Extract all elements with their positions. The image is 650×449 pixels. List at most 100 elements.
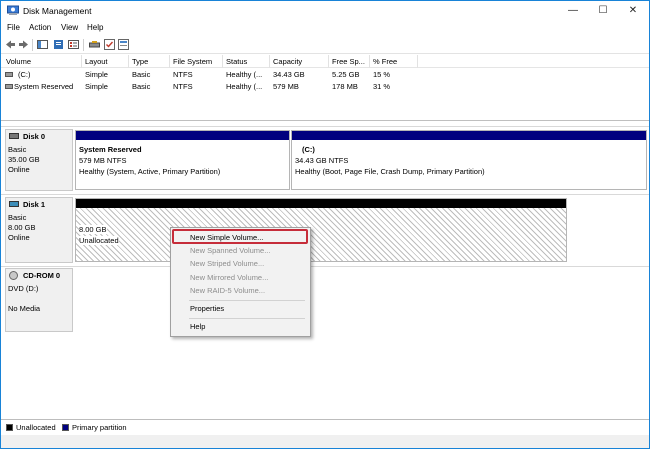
disk-divider <box>1 126 649 127</box>
menu-item-properties[interactable]: Properties <box>172 303 309 315</box>
disk-0-label[interactable]: Disk 0 Basic 35.00 GB Online <box>5 129 73 191</box>
menu-action[interactable]: Action <box>29 23 51 32</box>
cell-layout: Simple <box>85 82 108 91</box>
partition-title: (C:) <box>302 145 315 154</box>
check-icon[interactable] <box>104 39 115 50</box>
column-header-layout[interactable]: Layout <box>85 57 108 66</box>
table-row[interactable]: System Reserved Simple Basic NTFS Health… <box>1 81 649 93</box>
disk-management-window: Disk Management — ☐ ✕ File Action View H… <box>0 0 650 449</box>
column-divider[interactable] <box>81 55 82 68</box>
status-bar <box>1 435 649 448</box>
disk-name: Disk 1 <box>23 200 46 209</box>
disk-state: No Media <box>8 304 41 313</box>
column-divider[interactable] <box>328 55 329 68</box>
disk-state: Online <box>8 233 30 242</box>
menu-separator <box>189 300 305 301</box>
cell-status: Healthy (... <box>226 82 263 91</box>
legend-swatch-primary <box>62 424 69 431</box>
partition-status: Healthy (Boot, Page File, Crash Dump, Pr… <box>295 167 485 176</box>
disk-size: 35.00 GB <box>8 155 40 164</box>
disk-1-label[interactable]: Disk 1 Basic 8.00 GB Online <box>5 197 73 263</box>
menu-file[interactable]: File <box>7 23 20 32</box>
primary-partition-bar <box>76 131 289 140</box>
partition-info: 34.43 GB NTFS <box>295 156 349 165</box>
back-arrow-icon[interactable] <box>5 39 16 50</box>
legend-label-unallocated: Unallocated <box>16 423 56 432</box>
disk-name: Disk 0 <box>23 132 46 141</box>
legend: Unallocated Primary partition <box>1 419 649 435</box>
toolbar-divider <box>32 39 33 51</box>
column-header-type[interactable]: Type <box>132 57 148 66</box>
drive-icon <box>5 84 13 89</box>
cell-volume: System Reserved <box>14 82 74 91</box>
properties-icon[interactable] <box>68 39 79 50</box>
menu-help[interactable]: Help <box>87 23 103 32</box>
disk-type: DVD (D:) <box>8 284 39 293</box>
cell-file-system: NTFS <box>173 82 193 91</box>
window-title: Disk Management <box>23 6 92 16</box>
cell-percent-free: 15 % <box>373 70 391 79</box>
partition-system-reserved[interactable]: System Reserved 579 MB NTFS Healthy (Sys… <box>75 130 290 190</box>
column-header-volume[interactable]: Volume <box>6 57 31 66</box>
disk-size: 8.00 GB <box>8 223 36 232</box>
cell-volume: (C:) <box>18 70 31 79</box>
disk-type: Basic <box>8 213 27 222</box>
forward-arrow-icon[interactable] <box>18 39 29 50</box>
close-button[interactable]: ✕ <box>618 1 648 20</box>
menu-view[interactable]: View <box>61 23 78 32</box>
cdrom-0-label[interactable]: CD-ROM 0 DVD (D:) No Media <box>5 268 73 332</box>
hard-disk-icon <box>9 133 19 139</box>
column-header-capacity[interactable]: Capacity <box>273 57 302 66</box>
disk-type: Basic <box>8 145 27 154</box>
cell-percent-free: 31 % <box>373 82 391 91</box>
legend-label-primary: Primary partition <box>72 423 127 432</box>
cell-status: Healthy (... <box>226 70 263 79</box>
hard-disk-icon <box>9 201 19 207</box>
console-tree-icon[interactable] <box>37 39 48 50</box>
title-bar: Disk Management — ☐ ✕ <box>1 1 649 20</box>
column-divider[interactable] <box>417 55 418 68</box>
disk-state: Online <box>8 165 30 174</box>
volume-list-header: Volume Layout Type File System Status Ca… <box>1 55 649 68</box>
cell-capacity: 34.43 GB <box>273 70 305 79</box>
column-divider[interactable] <box>169 55 170 68</box>
maximize-button[interactable]: ☐ <box>588 1 618 20</box>
drive-icon <box>5 72 13 77</box>
partition-status: Unallocated <box>79 236 119 245</box>
disk-divider <box>1 194 649 195</box>
menu-item-help[interactable]: Help <box>172 321 309 333</box>
partition-info: 8.00 GB <box>79 225 107 234</box>
volume-list: Volume Layout Type File System Status Ca… <box>1 55 649 121</box>
cell-layout: Simple <box>85 70 108 79</box>
column-divider[interactable] <box>269 55 270 68</box>
help-book-icon[interactable] <box>53 39 64 50</box>
cell-type: Basic <box>132 82 151 91</box>
unallocated-bar <box>76 199 566 208</box>
partition-unallocated[interactable]: 8.00 GB Unallocated <box>75 198 567 262</box>
cell-file-system: NTFS <box>173 70 193 79</box>
column-divider[interactable] <box>222 55 223 68</box>
menu-item-new-mirrored-volume: New Mirrored Volume... <box>190 273 269 282</box>
disk-management-icon <box>7 5 19 15</box>
partition-title: System Reserved <box>79 145 142 154</box>
column-divider[interactable] <box>128 55 129 68</box>
toolbar <box>1 36 649 54</box>
column-divider[interactable] <box>369 55 370 68</box>
column-header-percent-free[interactable]: % Free <box>373 57 397 66</box>
cell-free-space: 178 MB <box>332 82 358 91</box>
view-list-icon[interactable] <box>118 39 129 50</box>
partition-c-drive[interactable]: (C:) 34.43 GB NTFS Healthy (Boot, Page F… <box>291 130 647 190</box>
disk-name: CD-ROM 0 <box>23 271 61 280</box>
table-row[interactable]: (C:) Simple Basic NTFS Healthy (... 34.4… <box>1 69 649 81</box>
disk-divider <box>1 266 649 267</box>
column-header-file-system[interactable]: File System <box>173 57 212 66</box>
menu-bar: File Action View Help <box>1 21 649 36</box>
legend-swatch-unallocated <box>6 424 13 431</box>
column-header-status[interactable]: Status <box>226 57 247 66</box>
minimize-button[interactable]: — <box>558 1 588 20</box>
menu-item-new-striped-volume: New Striped Volume... <box>190 259 265 268</box>
cell-capacity: 579 MB <box>273 82 299 91</box>
disk-key-icon[interactable] <box>89 39 100 50</box>
selection-highlight-box <box>172 229 308 244</box>
column-header-free-space[interactable]: Free Sp... <box>332 57 365 66</box>
